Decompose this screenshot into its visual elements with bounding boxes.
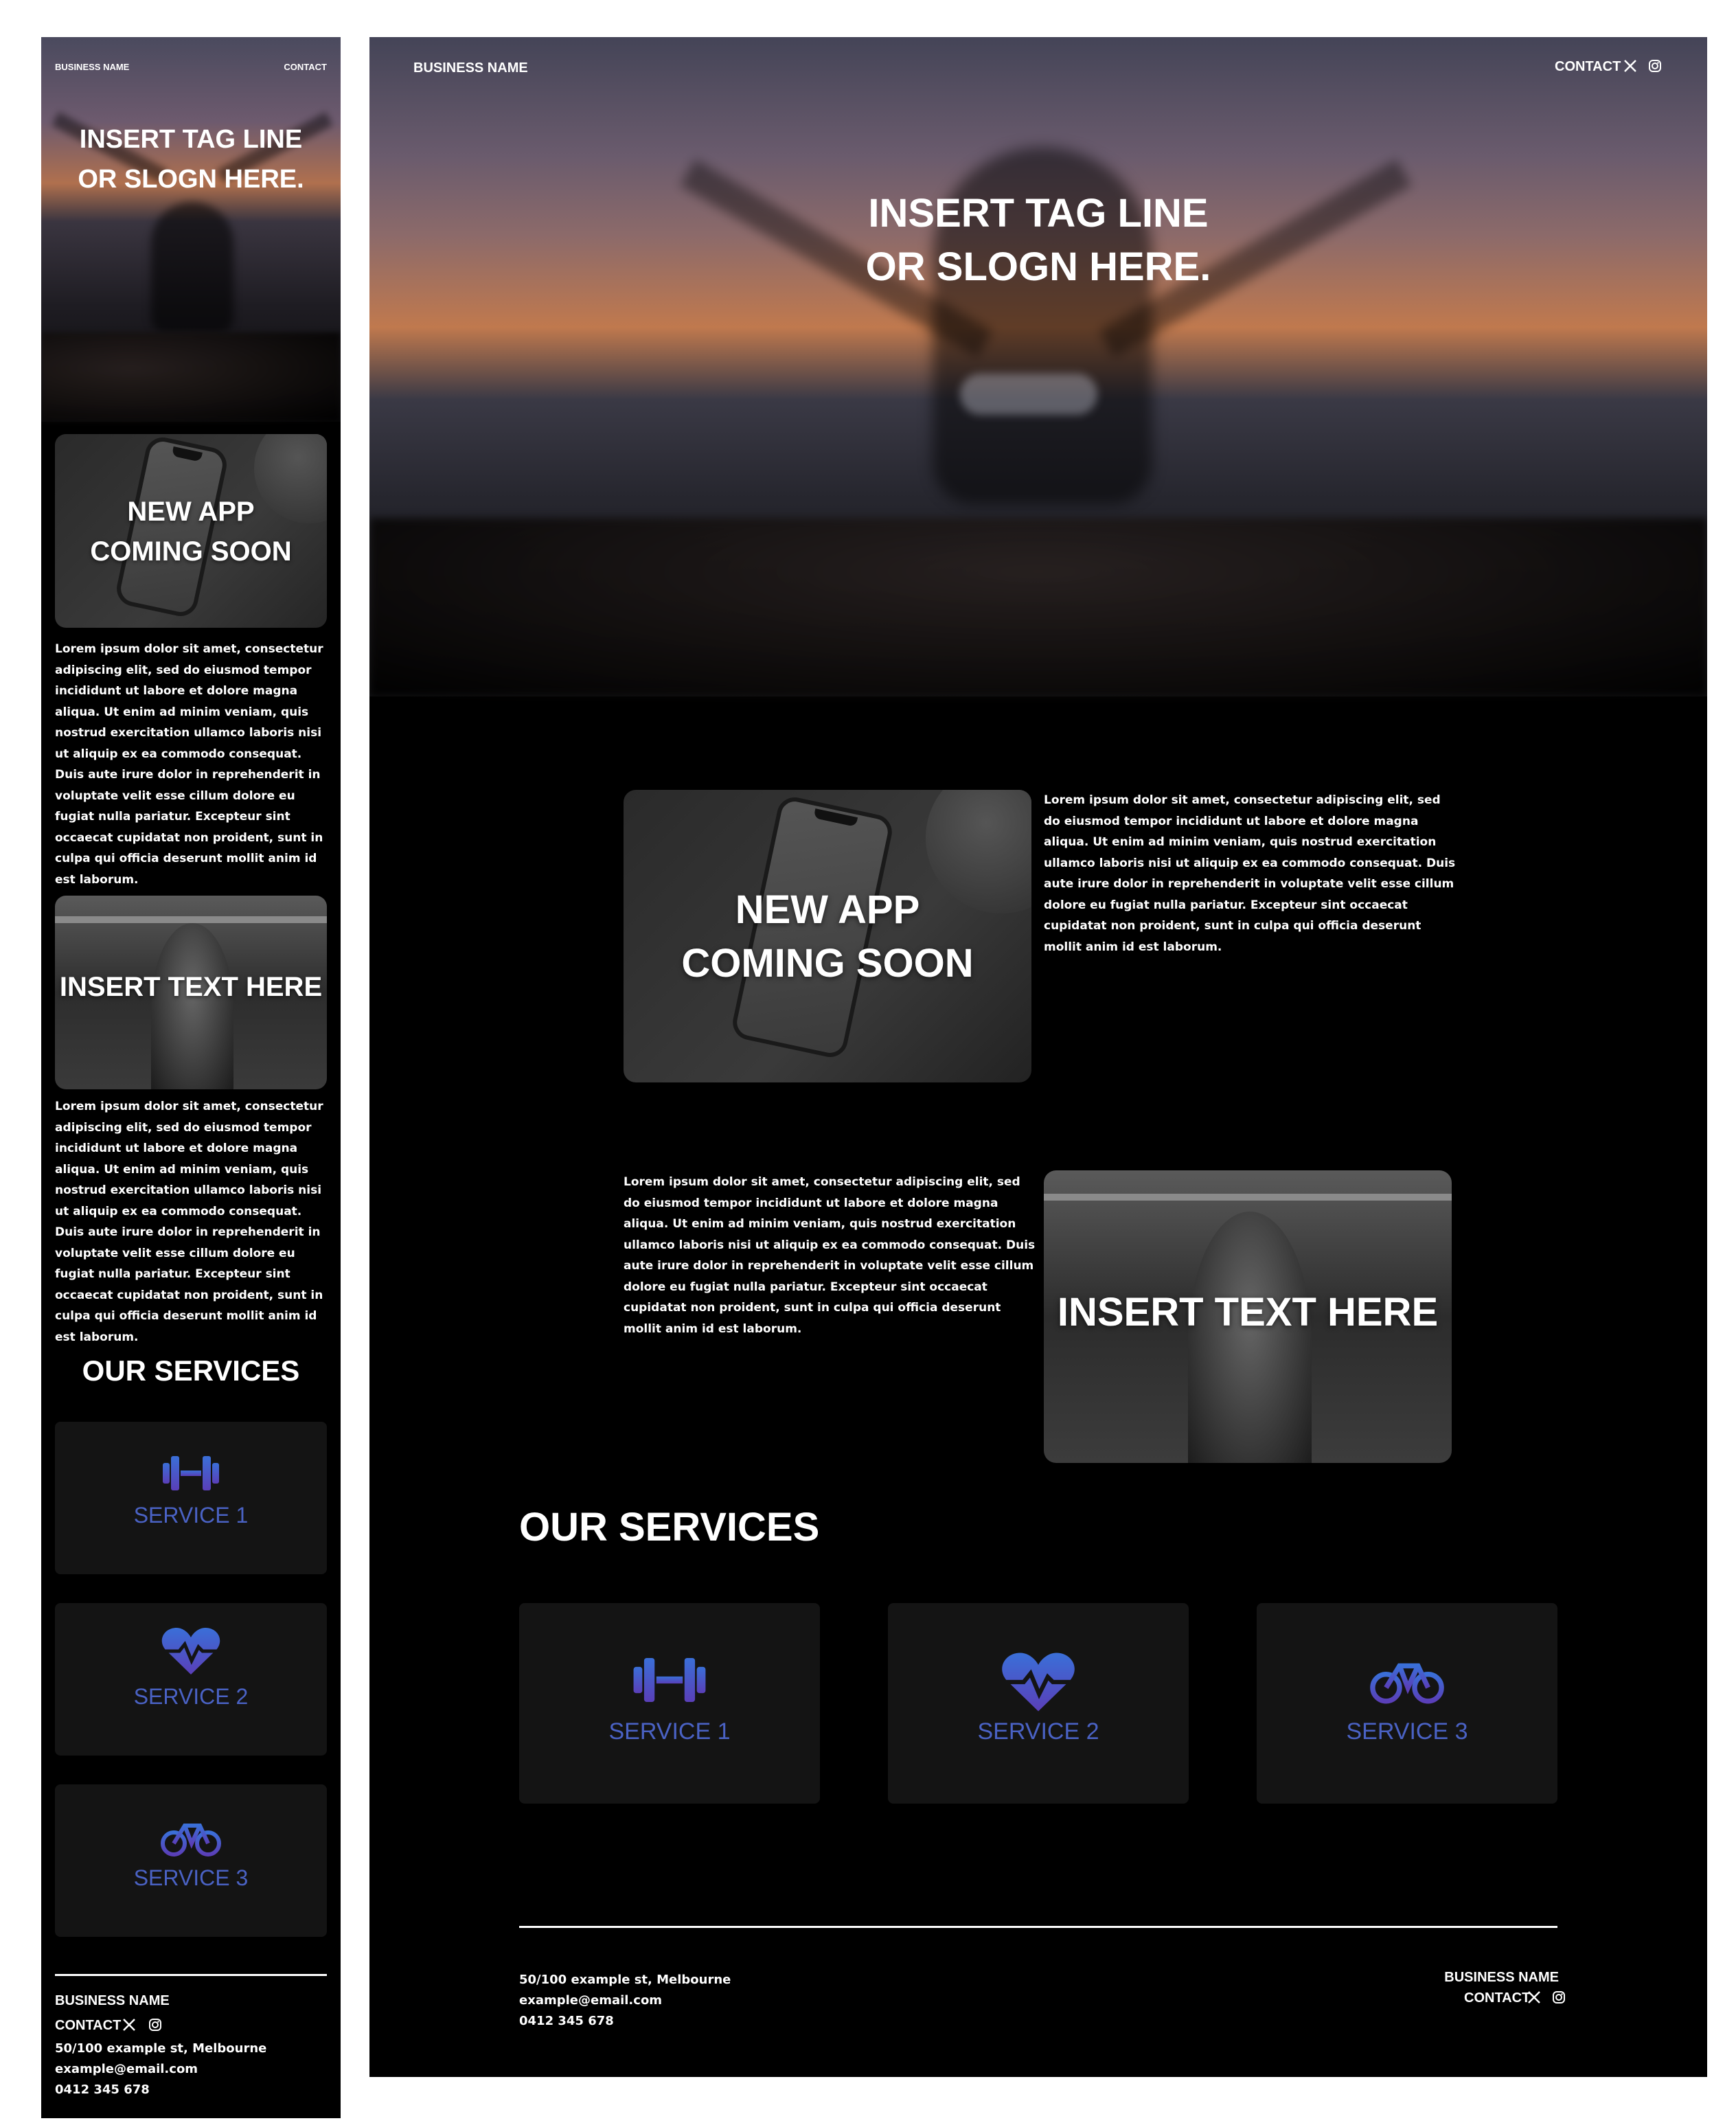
footer-email[interactable]: example@email.com: [55, 2062, 198, 2076]
x-icon[interactable]: [122, 2018, 136, 2034]
hero-tagline: INSERT TAG LINE OR SLOGN HERE.: [41, 120, 341, 199]
footer-contact-link[interactable]: CONTACT: [55, 2018, 121, 2034]
footer-phone[interactable]: 0412 345 678: [519, 2014, 614, 2028]
app-title-line-1: NEW APP: [735, 887, 920, 932]
gym-card: INSERT TEXT HERE: [55, 896, 327, 1089]
services-title: OUR SERVICES: [519, 1505, 820, 1549]
services-title: OUR SERVICES: [82, 1354, 300, 1387]
gym-title: INSERT TEXT HERE: [59, 972, 323, 1002]
tagline-line-1: INSERT TAG LINE: [868, 191, 1209, 236]
hero-image: [41, 37, 341, 422]
hero-image: [369, 37, 1707, 696]
footer-brand[interactable]: BUSINESS NAME: [55, 1993, 170, 2009]
app-description: Lorem ipsum dolor sit amet, consectetur …: [55, 642, 323, 887]
tagline-line-2: OR SLOGN HERE.: [78, 165, 304, 194]
footer-address: 50/100 example st, Melbourne: [519, 1973, 731, 1987]
service-card-1[interactable]: SERVICE 1: [55, 1422, 327, 1574]
bicycle-icon: [160, 1816, 222, 1860]
app-title-line-1: NEW APP: [127, 497, 255, 527]
instagram-icon[interactable]: [1648, 59, 1662, 76]
instagram-icon[interactable]: [148, 2018, 162, 2034]
service-card-3[interactable]: SERVICE 3: [1257, 1603, 1557, 1804]
brand-logo[interactable]: BUSINESS NAME: [413, 60, 528, 76]
x-icon[interactable]: [1623, 59, 1637, 76]
bicycle-icon: [1369, 1654, 1445, 1707]
app-coming-soon-card: NEW APP COMING SOON: [624, 790, 1031, 1082]
service-label-2: SERVICE 2: [977, 1718, 1099, 1745]
service-label-3: SERVICE 3: [1346, 1718, 1468, 1745]
app-coming-soon-card: NEW APP COMING SOON: [55, 434, 327, 628]
heart-pulse-icon: [1001, 1651, 1075, 1716]
app-title-line-2: COMING SOON: [681, 941, 974, 986]
contact-link[interactable]: CONTACT: [284, 62, 327, 72]
service-card-2[interactable]: SERVICE 2: [888, 1603, 1189, 1804]
service-label-3: SERVICE 3: [133, 1865, 249, 1890]
gym-description: Lorem ipsum dolor sit amet, consectetur …: [55, 1100, 323, 1344]
contact-link[interactable]: CONTACT: [1555, 59, 1621, 75]
service-label-1: SERVICE 1: [608, 1718, 731, 1745]
footer-divider: [519, 1926, 1557, 1928]
gym-description: Lorem ipsum dolor sit amet, consectetur …: [624, 1175, 1036, 1336]
footer-brand[interactable]: BUSINESS NAME: [1444, 1970, 1559, 1986]
hero-tagline: INSERT TAG LINE OR SLOGN HERE.: [369, 187, 1707, 294]
footer-phone[interactable]: 0412 345 678: [55, 2082, 150, 2097]
gym-card: INSERT TEXT HERE: [1044, 1170, 1452, 1463]
service-card-1[interactable]: SERVICE 1: [519, 1603, 820, 1804]
app-title-line-2: COMING SOON: [90, 536, 292, 567]
app-description: Lorem ipsum dolor sit amet, consectetur …: [1044, 793, 1456, 954]
service-card-2[interactable]: SERVICE 2: [55, 1603, 327, 1756]
instagram-icon[interactable]: [1552, 1990, 1566, 2007]
brand-logo[interactable]: BUSINESS NAME: [55, 62, 129, 72]
mobile-page: BUSINESS NAME CONTACT INSERT TAG LINE OR…: [41, 37, 341, 2118]
x-icon[interactable]: [1527, 1990, 1541, 2007]
footer-address: 50/100 example st, Melbourne: [55, 2041, 267, 2056]
desktop-page: BUSINESS NAME CONTACT INSERT TAG LINE OR…: [369, 37, 1707, 2077]
footer-divider: [55, 1974, 327, 1976]
dumbbell-icon: [161, 1453, 220, 1496]
tagline-line-2: OR SLOGN HERE.: [865, 245, 1211, 289]
service-label-1: SERVICE 1: [133, 1503, 249, 1528]
service-label-2: SERVICE 2: [133, 1684, 249, 1709]
tagline-line-1: INSERT TAG LINE: [79, 125, 303, 154]
dumbbell-icon: [632, 1654, 707, 1709]
service-card-3[interactable]: SERVICE 3: [55, 1784, 327, 1937]
gym-title: INSERT TEXT HERE: [1057, 1290, 1439, 1335]
heart-pulse-icon: [161, 1626, 220, 1679]
footer-contact-link[interactable]: CONTACT: [1464, 1990, 1530, 2006]
footer-email[interactable]: example@email.com: [519, 1993, 662, 2008]
